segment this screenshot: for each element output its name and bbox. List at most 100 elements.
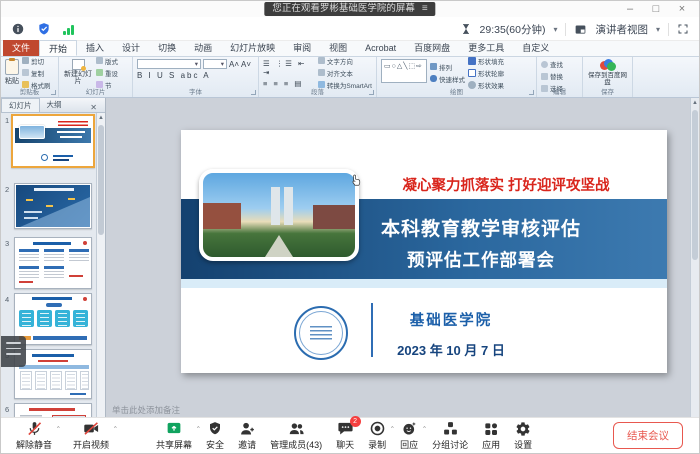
ribbon-tab-slideshow[interactable]: 幻灯片放映 [221, 40, 284, 56]
banner-menu-icon[interactable]: ≡ [422, 2, 428, 16]
maximize-button[interactable]: □ [643, 1, 669, 17]
quick-styles-button[interactable]: 快速样式 [430, 74, 465, 84]
security-shield-icon[interactable] [37, 22, 51, 36]
slide-number: 3 [5, 239, 9, 248]
ribbon-tab-baidu[interactable]: 百度网盘 [405, 40, 459, 56]
slide-thumbnail-2[interactable] [14, 183, 92, 229]
drawing-dialog-launcher[interactable] [529, 90, 534, 95]
titlebar: 您正在观看罗彬基础医学院的屏幕 ≡ – □ × [1, 1, 699, 17]
screen-share-banner[interactable]: 您正在观看罗彬基础医学院的屏幕 ≡ [264, 2, 435, 16]
members-icon [287, 420, 306, 437]
slide-title-line2: 预评估工作部署会 [361, 247, 601, 272]
layout-button[interactable]: 版式 [96, 56, 118, 66]
minimize-button[interactable]: – [617, 1, 643, 17]
copy-button[interactable]: 复制 [22, 68, 51, 78]
shape-fill-button[interactable]: 形状填充 [468, 56, 504, 66]
paste-button[interactable]: 粘贴 [5, 59, 19, 86]
view-dropdown-icon[interactable]: ▾ [656, 25, 660, 34]
share-options-icon[interactable]: ⌃ [196, 425, 201, 433]
shapes-gallery[interactable]: ▭○△╲⬚⇨ [381, 59, 427, 83]
ribbon-group-font: ▾ ▾ A˄ A˅ B I U S abc A 字体 [133, 57, 259, 97]
ribbon-tab-review[interactable]: 审阅 [284, 40, 320, 56]
panel-scrollbar[interactable]: ▲ [96, 113, 105, 419]
ribbon-tab-more-tools[interactable]: 更多工具 [459, 40, 513, 56]
ribbon-tab-file[interactable]: 文件 [3, 40, 39, 56]
ribbon-tab-view[interactable]: 视图 [320, 40, 356, 56]
share-screen-icon [165, 420, 183, 437]
font-family-select[interactable]: ▾ [137, 59, 201, 69]
reactions-button[interactable]: 回应 ⌃ [400, 420, 418, 451]
font-style-buttons[interactable]: B I U S abc A [137, 71, 254, 80]
clipboard-dialog-launcher[interactable] [51, 90, 56, 95]
ribbon-tab-home[interactable]: 开始 [39, 40, 77, 56]
apps-button[interactable]: 应用 [482, 420, 500, 451]
meeting-info-icon[interactable] [11, 22, 25, 36]
breakout-rooms-button[interactable]: 分组讨论 [432, 420, 468, 451]
chat-button[interactable]: 2 聊天 [336, 420, 354, 451]
view-mode-label[interactable]: 演讲者视图 [595, 22, 648, 37]
invite-person-icon [239, 420, 256, 437]
timer-dropdown-icon[interactable]: ▾ [553, 25, 557, 34]
replace-button[interactable]: 替换 [541, 71, 578, 81]
paragraph-dialog-launcher[interactable] [369, 90, 374, 95]
meeting-window: 您正在观看罗彬基础医学院的屏幕 ≡ – □ × 29:35(60分钟) ▾ 演讲… [0, 0, 700, 454]
ribbon-tab-design[interactable]: 设计 [113, 40, 149, 56]
ribbon-tab-acrobat[interactable]: Acrobat [356, 40, 405, 56]
scroll-up-icon[interactable]: ▲ [691, 98, 699, 108]
text-direction-button[interactable]: 文字方向 [318, 56, 372, 66]
cut-button[interactable]: 剪切 [22, 56, 51, 66]
record-options-icon[interactable]: ⌃ [390, 425, 395, 433]
shape-outline-button[interactable]: 形状轮廓 [468, 68, 504, 78]
invite-button[interactable]: 邀请 [238, 420, 256, 451]
font-dialog-launcher[interactable] [251, 90, 256, 95]
new-slide-button[interactable]: 新建幻灯片 [63, 59, 93, 86]
settings-button[interactable]: 设置 [514, 420, 532, 451]
campus-photo [199, 169, 359, 261]
floating-toolbar-handle[interactable] [1, 336, 26, 367]
manage-members-button[interactable]: 管理成员(43) [270, 420, 322, 451]
close-button[interactable]: × [669, 1, 695, 17]
align-text-button[interactable]: 对齐文本 [318, 68, 372, 78]
save-to-baidu-button[interactable]: 保存到百度网盘 [587, 59, 628, 86]
network-signal-icon[interactable] [63, 23, 74, 35]
slide-thumbnail-1[interactable] [11, 114, 95, 168]
notes-placeholder[interactable]: 单击此处添加备注 [112, 404, 180, 416]
reactions-options-icon[interactable]: ⌃ [422, 425, 427, 433]
mouse-cursor [349, 172, 363, 188]
reset-button[interactable]: 重设 [96, 68, 118, 78]
breakout-rooms-icon [442, 420, 459, 437]
ribbon-tab-insert[interactable]: 插入 [77, 40, 113, 56]
grow-font-button[interactable]: A˄ [229, 60, 239, 69]
arrange-button[interactable]: 排列 [430, 62, 465, 72]
cut-icon [22, 57, 29, 64]
canvas-scrollbar[interactable]: ▲ [690, 98, 699, 419]
end-meeting-button[interactable]: 结束会议 [613, 422, 683, 449]
video-options-icon[interactable]: ⌃ [113, 425, 118, 433]
current-slide[interactable]: 凝心聚力抓落实 打好迎评攻坚战 本科教育教学审核评估 预评估工作部署会 基础医学… [181, 130, 667, 373]
slide-org-name: 基础医学院 [381, 309, 521, 330]
banner-text: 您正在观看罗彬基础医学院的屏幕 [272, 2, 415, 16]
start-video-button[interactable]: 开启视频 ⌃ [73, 420, 109, 451]
shrink-font-button[interactable]: A˅ [241, 60, 251, 69]
unmute-button[interactable]: 解除静音 ⌃ [16, 420, 52, 451]
workspace: 幻灯片 大纲 ✕ 1 2 [1, 98, 699, 419]
meeting-timer[interactable]: 29:35(60分钟) [480, 22, 546, 37]
record-button[interactable]: 录制 ⌃ [368, 420, 386, 451]
mute-options-icon[interactable]: ⌃ [56, 425, 61, 433]
scroll-up-icon[interactable]: ▲ [97, 113, 105, 123]
panel-close-icon[interactable]: ✕ [90, 103, 97, 112]
ribbon-tab-custom[interactable]: 自定义 [513, 40, 558, 56]
list-buttons[interactable]: ☰ ⋮☰ ⇤ ⇥ [263, 59, 315, 77]
security-button[interactable]: 安全 [206, 420, 224, 451]
share-screen-button[interactable]: 共享屏幕 ⌃ [156, 420, 192, 451]
ribbon-tab-transitions[interactable]: 切换 [149, 40, 185, 56]
find-button[interactable]: 查找 [541, 59, 578, 69]
ribbon-tab-animations[interactable]: 动画 [185, 40, 221, 56]
panel-tab-outline[interactable]: 大纲 [40, 98, 69, 112]
panel-tab-slides[interactable]: 幻灯片 [1, 98, 40, 112]
fullscreen-icon[interactable] [677, 23, 689, 35]
font-size-select[interactable]: ▾ [203, 59, 227, 69]
ribbon: 粘贴 剪切 复制 格式刷 剪贴板 新建幻灯片 版式 重设 节 幻灯片 [1, 57, 699, 98]
slide-thumbnail-3[interactable] [14, 237, 92, 289]
slide-thumbnail-4[interactable] [14, 293, 92, 345]
